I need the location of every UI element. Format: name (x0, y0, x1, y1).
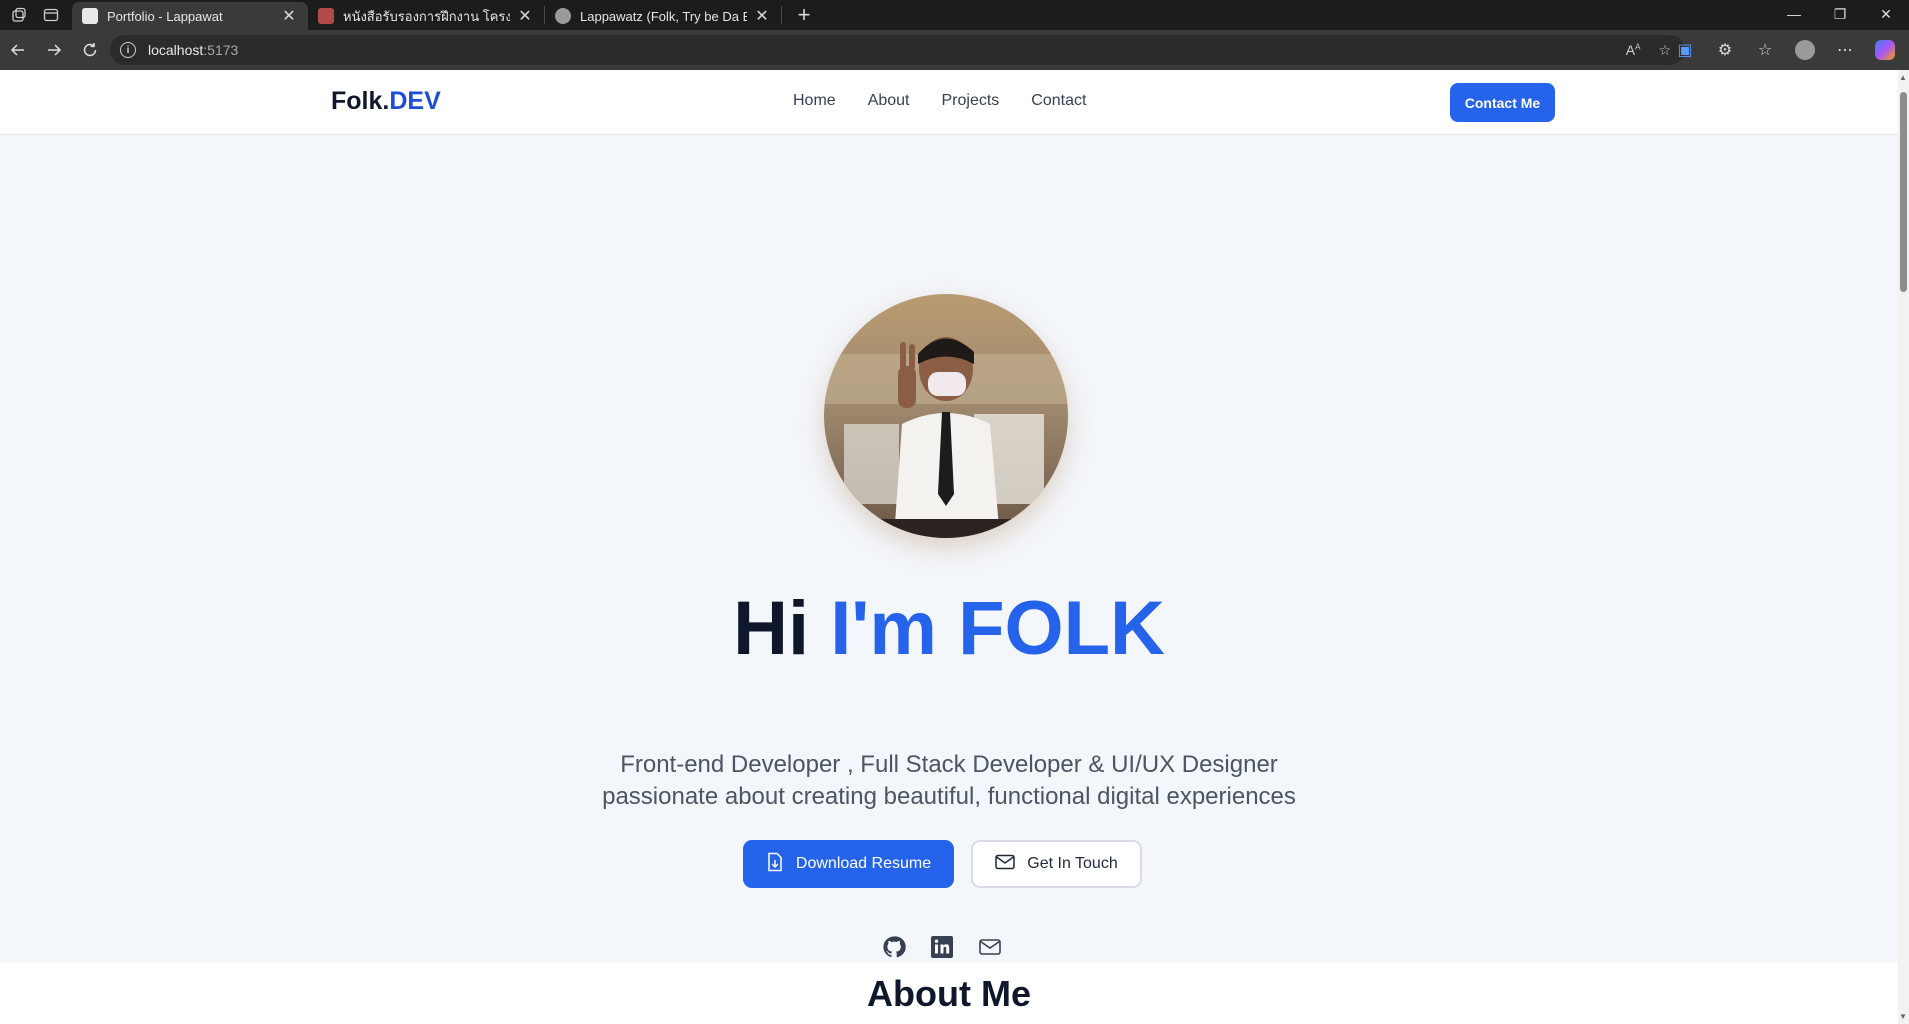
hero-section: Hi I'm FOLK Front-end Developer , Full S… (0, 135, 1898, 962)
forward-icon[interactable] (36, 32, 72, 68)
profile-avatar-icon[interactable] (1789, 34, 1821, 66)
tab-title: หนังสือรับรองการฝึกงาน โครงการ SCG (343, 8, 510, 24)
portfolio-favicon-icon (82, 8, 98, 24)
more-options-icon[interactable]: ⋯ (1829, 34, 1861, 66)
tab-title: Portfolio - Lappawat (107, 8, 223, 24)
browser-toolbar: i localhost:5173 AA ☆ ▣ ⚙ ☆ ⋯ (0, 30, 1909, 70)
browser-tab-strip: Portfolio - Lappawat ✕ หนังสือรับรองการฝ… (0, 0, 1909, 30)
subtitle-line: passionate about creating beautiful, fun… (602, 783, 1296, 810)
nav-projects[interactable]: Projects (942, 92, 1000, 110)
tab-divider (781, 6, 782, 24)
site-logo[interactable]: Folk.DEV (331, 87, 441, 116)
mail-icon (995, 854, 1016, 875)
scrollbar-thumb[interactable] (1900, 92, 1907, 292)
immersive-reader-icon[interactable]: ▣ (1669, 34, 1701, 66)
social-links (882, 935, 1002, 959)
close-window-icon[interactable]: ✕ (1863, 0, 1909, 28)
address-bar[interactable]: i localhost:5173 AA ☆ (110, 35, 1685, 65)
minimize-icon[interactable]: — (1771, 0, 1817, 28)
hero-subtitle: Front-end Developer , Full Stack Develop… (0, 749, 1898, 813)
subtitle-line: Front-end Developer , Full Stack Develop… (620, 751, 1278, 778)
contact-me-button[interactable]: Contact Me (1450, 83, 1555, 122)
copilot-icon[interactable] (1869, 34, 1901, 66)
site-nav-links: Home About Projects Contact (793, 92, 1086, 110)
page-scrollbar[interactable]: ▲ ▼ (1898, 70, 1909, 1024)
new-tab-icon[interactable]: + (790, 2, 818, 28)
pdf-favicon-icon (318, 8, 334, 24)
close-tab-icon[interactable]: ✕ (753, 6, 771, 26)
tab-title: Lappawatz (Folk, Try be Da Best) (580, 8, 747, 24)
close-tab-icon[interactable]: ✕ (280, 6, 298, 26)
back-icon[interactable] (0, 32, 36, 68)
tab-github[interactable]: Lappawatz (Folk, Try be Da Best) ✕ (545, 2, 781, 30)
download-resume-button[interactable]: Download Resume (743, 840, 954, 888)
scroll-down-arrow-icon[interactable]: ▼ (1899, 1012, 1907, 1021)
about-heading: About Me (867, 973, 1031, 1014)
favorites-icon[interactable]: ☆ (1749, 34, 1781, 66)
github-favicon-icon (555, 8, 571, 24)
nav-contact[interactable]: Contact (1031, 92, 1086, 110)
extensions-icon[interactable]: ⚙ (1709, 34, 1741, 66)
tab-actions-icon[interactable] (38, 2, 64, 28)
file-download-icon (766, 852, 784, 877)
tab-portfolio[interactable]: Portfolio - Lappawat ✕ (72, 2, 308, 30)
hero-actions: Download Resume Get In Touch (743, 840, 1142, 888)
github-icon[interactable] (882, 935, 906, 959)
nav-about[interactable]: About (868, 92, 910, 110)
mail-icon[interactable] (978, 935, 1002, 959)
read-aloud-icon[interactable]: AA (1626, 42, 1641, 59)
close-tab-icon[interactable]: ✕ (516, 6, 534, 26)
url-text: localhost:5173 (148, 42, 239, 58)
site-navbar: Folk.DEV Home About Projects Contact Con… (0, 70, 1898, 135)
nav-home[interactable]: Home (793, 92, 836, 110)
site-info-icon[interactable]: i (120, 42, 136, 58)
get-in-touch-label: Get In Touch (1027, 855, 1118, 872)
profile-photo (824, 294, 1068, 538)
tab-certificate[interactable]: หนังสือรับรองการฝึกงาน โครงการ SCG ✕ (308, 2, 544, 30)
scroll-up-arrow-icon[interactable]: ▲ (1899, 73, 1907, 82)
download-resume-label: Download Resume (795, 855, 932, 872)
restore-icon[interactable]: ❐ (1817, 0, 1863, 28)
linkedin-icon[interactable] (930, 935, 954, 959)
hero-headline: Hi I'm FOLK (733, 586, 1165, 671)
get-in-touch-button[interactable]: Get In Touch (971, 840, 1142, 888)
refresh-icon[interactable] (72, 32, 108, 68)
page-viewport: Folk.DEV Home About Projects Contact Con… (0, 70, 1898, 1024)
toolbar-actions: ▣ ⚙ ☆ ⋯ (1669, 30, 1909, 70)
workspaces-icon[interactable] (6, 2, 32, 28)
window-controls: — ❐ ✕ (1771, 0, 1909, 28)
